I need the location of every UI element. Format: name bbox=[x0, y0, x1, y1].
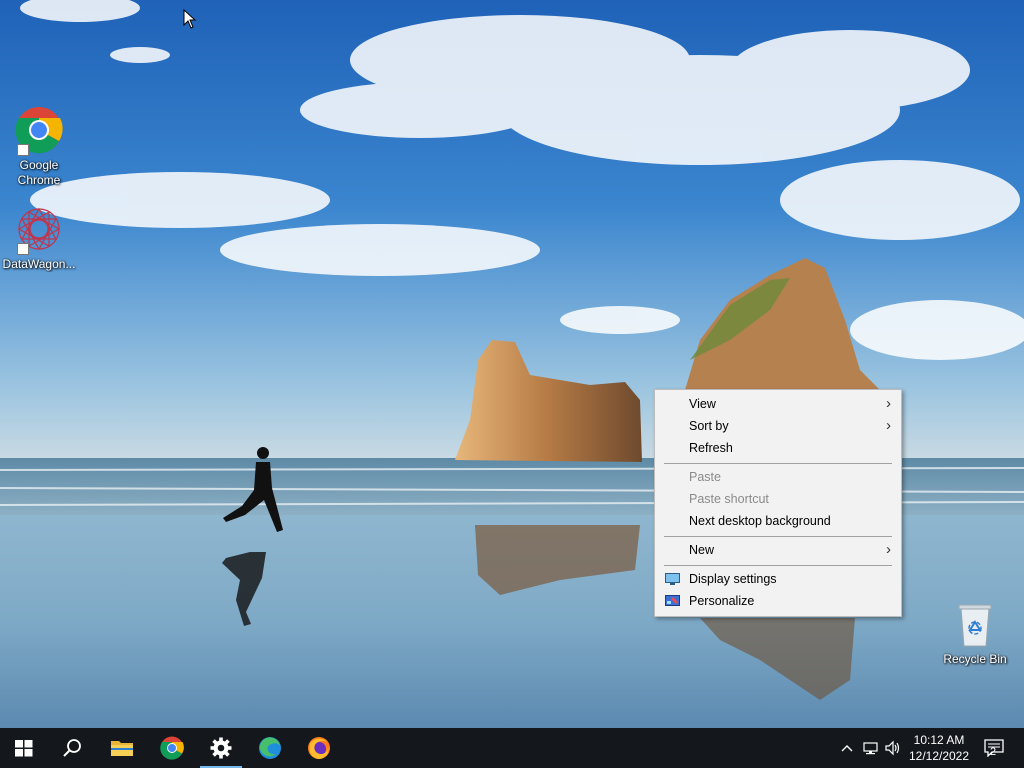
desktop-icon-label: DataWagon... bbox=[2, 257, 76, 271]
menu-item-label: Display settings bbox=[689, 572, 777, 586]
edge-icon bbox=[259, 737, 281, 759]
firefox-icon bbox=[308, 737, 330, 759]
clock-date: 12/12/2022 bbox=[908, 749, 970, 763]
menu-item-sort-by[interactable]: Sort by › bbox=[657, 415, 899, 437]
desktop-icon-label: Google Chrome bbox=[17, 158, 61, 187]
search-icon bbox=[63, 739, 81, 757]
menu-item-label: New bbox=[689, 543, 715, 557]
menu-item-personalize[interactable]: Personalize bbox=[657, 590, 899, 612]
menu-item-next-desktop-background[interactable]: Next desktop background bbox=[657, 510, 899, 532]
taskbar-firefox[interactable] bbox=[295, 728, 343, 768]
menu-item-view[interactable]: View › bbox=[657, 393, 899, 415]
menu-separator bbox=[664, 463, 892, 464]
file-explorer-icon bbox=[111, 741, 133, 756]
recycle-bin-icon bbox=[951, 600, 999, 648]
shortcut-arrow-icon bbox=[17, 243, 29, 255]
menu-item-label: Next desktop background bbox=[689, 514, 831, 528]
wallpaper-image bbox=[0, 0, 1024, 728]
clock-time: 10:12 AM bbox=[913, 733, 965, 747]
start-icon bbox=[15, 740, 33, 757]
notification-count-badge: 2 bbox=[990, 746, 997, 758]
taskbar-file-explorer[interactable] bbox=[98, 728, 146, 768]
desktop-icon-google-chrome[interactable]: Google Chrome bbox=[1, 106, 77, 188]
menu-item-label: Sort by bbox=[689, 419, 729, 433]
menu-item-label: Refresh bbox=[689, 441, 733, 455]
menu-item-paste-shortcut[interactable]: Paste shortcut bbox=[657, 488, 899, 510]
network-icon[interactable] bbox=[862, 740, 880, 756]
desktop-wallpaper[interactable] bbox=[0, 0, 1024, 728]
personalize-icon bbox=[665, 595, 680, 606]
chevron-up-icon[interactable] bbox=[838, 740, 856, 756]
taskbar-edge[interactable] bbox=[246, 728, 294, 768]
chevron-right-icon: › bbox=[886, 417, 891, 434]
chrome-icon bbox=[160, 736, 184, 760]
menu-item-label: Paste shortcut bbox=[689, 492, 769, 506]
notification-center-button[interactable] bbox=[978, 728, 1018, 768]
taskbar: 10:12 AM 12/12/2022 2 bbox=[0, 728, 1024, 768]
shortcut-arrow-icon bbox=[17, 144, 29, 156]
desktop-context-menu: View › Sort by › Refresh Paste Paste sho… bbox=[654, 389, 902, 617]
settings-icon bbox=[210, 737, 232, 759]
taskbar-settings[interactable] bbox=[197, 728, 245, 768]
start-button[interactable] bbox=[0, 728, 48, 768]
chevron-right-icon: › bbox=[886, 541, 891, 558]
search-button[interactable] bbox=[48, 728, 96, 768]
volume-icon[interactable] bbox=[884, 740, 902, 756]
menu-item-label: Paste bbox=[689, 470, 721, 484]
menu-separator bbox=[664, 536, 892, 537]
menu-item-label: View bbox=[689, 397, 716, 411]
menu-item-paste[interactable]: Paste bbox=[657, 466, 899, 488]
desktop-icon-recycle-bin[interactable]: Recycle Bin bbox=[937, 600, 1013, 667]
menu-item-refresh[interactable]: Refresh bbox=[657, 437, 899, 459]
desktop-icon-label: Recycle Bin bbox=[943, 652, 1007, 666]
menu-item-display-settings[interactable]: Display settings bbox=[657, 568, 899, 590]
chevron-right-icon: › bbox=[886, 395, 891, 412]
display-icon bbox=[665, 573, 680, 585]
menu-separator bbox=[664, 565, 892, 566]
menu-item-label: Personalize bbox=[689, 594, 755, 608]
chrome-icon bbox=[15, 106, 63, 156]
taskbar-chrome[interactable] bbox=[148, 728, 196, 768]
taskbar-clock[interactable]: 10:12 AM 12/12/2022 bbox=[904, 732, 974, 764]
desktop-icon-datawagon[interactable]: DataWagon... bbox=[1, 205, 77, 272]
menu-item-new[interactable]: New › bbox=[657, 539, 899, 561]
mouse-pointer-icon bbox=[183, 9, 196, 29]
datawagon-icon bbox=[15, 205, 63, 255]
